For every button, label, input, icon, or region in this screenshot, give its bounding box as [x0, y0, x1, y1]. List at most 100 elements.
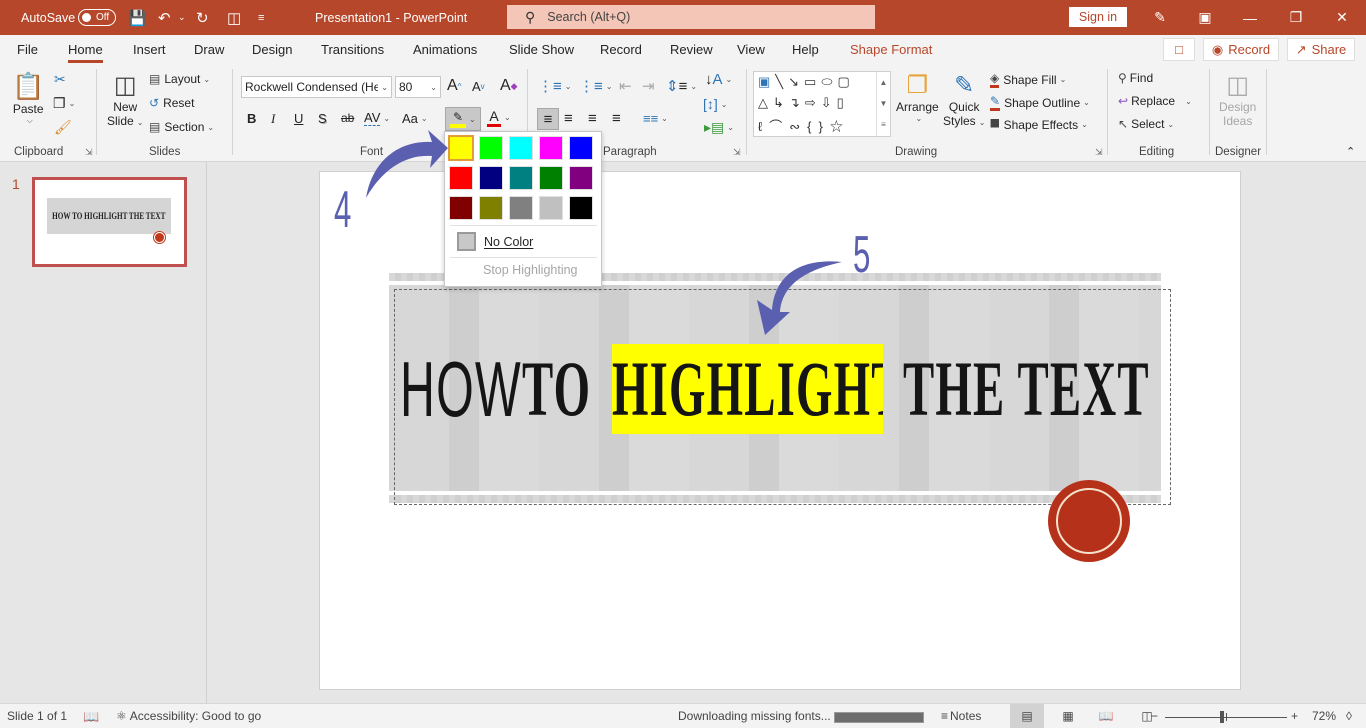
- shapes-gallery[interactable]: ▣╲↘▭⬭▢ △↳↴⇨⇩▯ ℓ⌒∾{}☆ ▲ ▼ ≡: [753, 71, 891, 137]
- paste-button[interactable]: 📋 Paste ⌵: [12, 71, 44, 126]
- copy-icon[interactable]: ❐ ⌄: [53, 95, 75, 112]
- tab-insert[interactable]: Insert: [133, 42, 166, 57]
- text-direction-icon[interactable]: ↓ A ⌄: [705, 71, 732, 88]
- increase-indent-icon[interactable]: ⇥: [642, 77, 655, 95]
- italic-button[interactable]: I: [271, 111, 275, 127]
- select-button[interactable]: ↖ Select ⌄: [1118, 117, 1174, 131]
- numbering-icon[interactable]: ⋮≡ ⌄: [579, 77, 612, 95]
- underline-button[interactable]: U: [294, 111, 303, 126]
- bold-button[interactable]: B: [247, 111, 256, 126]
- close-icon[interactable]: ✕: [1322, 0, 1362, 35]
- tab-shape-format[interactable]: Shape Format: [850, 42, 932, 57]
- reset-button[interactable]: ↺ Reset: [149, 96, 194, 110]
- shape-outline-button[interactable]: ✎ Shape Outline ⌄: [990, 94, 1090, 111]
- design-ideas-button[interactable]: ◫ Design Ideas: [1219, 71, 1256, 128]
- columns-icon[interactable]: ≡≡ ⌄: [643, 111, 668, 126]
- share-button[interactable]: ↗ Share: [1287, 38, 1355, 61]
- reading-view-button[interactable]: 📖: [1089, 704, 1123, 728]
- fit-to-window-icon[interactable]: ◊: [1346, 709, 1352, 723]
- shape-fill-button[interactable]: ◈ Shape Fill ⌄: [990, 71, 1066, 88]
- sign-in-button[interactable]: Sign in: [1069, 7, 1127, 27]
- zoom-in-button[interactable]: +: [1291, 709, 1298, 723]
- tab-draw[interactable]: Draw: [194, 42, 224, 57]
- comments-button[interactable]: □: [1163, 38, 1195, 61]
- normal-view-button[interactable]: ▤: [1010, 704, 1044, 728]
- autosave-toggle[interactable]: Off: [78, 9, 116, 26]
- line-spacing-icon[interactable]: ⇕ ≡ ⌄: [666, 77, 697, 96]
- save-icon[interactable]: 💾: [128, 0, 147, 35]
- paragraph-launcher-icon[interactable]: ⇲: [733, 147, 741, 158]
- tab-view[interactable]: View: [737, 42, 765, 57]
- tab-animations[interactable]: Animations: [413, 42, 477, 57]
- align-left-icon[interactable]: ≡: [537, 108, 559, 130]
- pen-icon[interactable]: ✎: [1140, 0, 1180, 35]
- arrange-button[interactable]: ❐ Arrange ⌄: [896, 71, 939, 123]
- layout-button[interactable]: ▤ Layout ⌄: [149, 72, 210, 86]
- highlight-swatch-yellow[interactable]: [448, 135, 474, 161]
- shapes-row-1[interactable]: ▣╲↘▭⬭▢: [758, 74, 855, 90]
- font-size-combobox[interactable]: 80 ⌄: [395, 76, 441, 98]
- highlight-swatch-pink[interactable]: [539, 136, 563, 160]
- restore-icon[interactable]: ❐: [1276, 0, 1316, 35]
- strikethrough-button[interactable]: ab: [341, 111, 354, 125]
- shadow-button[interactable]: S: [318, 111, 327, 126]
- clear-formatting-icon[interactable]: A ◆: [500, 77, 518, 95]
- find-button[interactable]: ⚲ Find: [1118, 71, 1153, 85]
- gallery-scroll[interactable]: ▲ ▼ ≡: [876, 72, 890, 136]
- cut-icon[interactable]: ✂: [54, 71, 66, 88]
- highlight-swatch-gray-50-[interactable]: [509, 196, 533, 220]
- clipboard-launcher-icon[interactable]: ⇲: [85, 147, 93, 158]
- slide-title[interactable]: HOW TO HIGHLIGHT THE TEXT: [400, 344, 1314, 434]
- format-painter-icon[interactable]: 🖌: [54, 119, 72, 136]
- undo-dropdown-icon[interactable]: ⌄: [178, 0, 186, 35]
- highlight-swatch-blue[interactable]: [569, 136, 593, 160]
- decrease-indent-icon[interactable]: ⇤: [619, 77, 632, 95]
- bullets-icon[interactable]: ⋮≡ ⌄: [538, 77, 571, 95]
- shapes-row-2[interactable]: △↳↴⇨⇩▯: [758, 95, 849, 111]
- section-button[interactable]: ▤ Section ⌄: [149, 120, 214, 134]
- undo-icon[interactable]: ↶: [158, 0, 171, 35]
- record-button[interactable]: ◉ Record: [1203, 38, 1279, 61]
- drawing-launcher-icon[interactable]: ⇲: [1095, 147, 1103, 158]
- highlight-swatch-dark-blue[interactable]: [479, 166, 503, 190]
- tab-slide-show[interactable]: Slide Show: [509, 42, 574, 57]
- highlight-swatch-teal[interactable]: [509, 166, 533, 190]
- customize-icon[interactable]: ≡: [258, 0, 264, 35]
- highlight-swatch-gray-25-[interactable]: [539, 196, 563, 220]
- quick-styles-button[interactable]: ✎ Quick Styles ⌄: [943, 71, 985, 128]
- tab-home[interactable]: Home: [68, 42, 103, 63]
- collapse-ribbon-icon[interactable]: ⌃: [1346, 145, 1355, 158]
- tab-help[interactable]: Help: [792, 42, 819, 57]
- align-text-icon[interactable]: [↕] ⌄: [703, 96, 727, 112]
- character-spacing-button[interactable]: AV ⌄: [364, 110, 390, 126]
- increase-font-size-icon[interactable]: A ^: [447, 77, 461, 95]
- align-right-icon[interactable]: ≡: [588, 110, 597, 127]
- highlight-swatch-red[interactable]: [449, 166, 473, 190]
- stop-highlighting-option[interactable]: Stop Highlighting: [483, 263, 578, 277]
- search-box[interactable]: ⚲ Search (Alt+Q): [507, 5, 875, 29]
- tab-record[interactable]: Record: [600, 42, 642, 57]
- zoom-out-button[interactable]: −: [1151, 709, 1158, 723]
- highlight-swatch-bright-green[interactable]: [479, 136, 503, 160]
- slideshow-view-button[interactable]: ◫: [1130, 704, 1164, 728]
- decrease-font-size-icon[interactable]: Av: [472, 79, 485, 94]
- highlight-swatch-dark-red[interactable]: [449, 196, 473, 220]
- font-name-combobox[interactable]: Rockwell Condensed (Hea ⌄: [241, 76, 392, 98]
- tab-design[interactable]: Design: [252, 42, 292, 57]
- align-center-icon[interactable]: ≡: [564, 110, 573, 127]
- spell-check-icon[interactable]: 📖: [83, 709, 99, 725]
- tab-transitions[interactable]: Transitions: [321, 42, 384, 57]
- slide-sorter-button[interactable]: ▦: [1051, 704, 1085, 728]
- highlight-swatch-black[interactable]: [569, 196, 593, 220]
- highlight-color-button[interactable]: ✎ ⌄: [445, 107, 481, 131]
- tab-review[interactable]: Review: [670, 42, 713, 57]
- present-icon[interactable]: ◫: [227, 0, 241, 35]
- highlight-swatch-violet[interactable]: [569, 166, 593, 190]
- accessibility-status[interactable]: ⚛ Accessibility: Good to go: [116, 709, 261, 723]
- smartart-icon[interactable]: ▸▤ ⌄: [704, 119, 734, 136]
- highlight-swatch-dark-yellow[interactable]: [479, 196, 503, 220]
- redo-icon[interactable]: ↻: [196, 0, 209, 35]
- ribbon-display-icon[interactable]: ▣: [1185, 0, 1225, 35]
- change-case-button[interactable]: Aa ⌄: [402, 111, 428, 126]
- highlight-swatch-green[interactable]: [539, 166, 563, 190]
